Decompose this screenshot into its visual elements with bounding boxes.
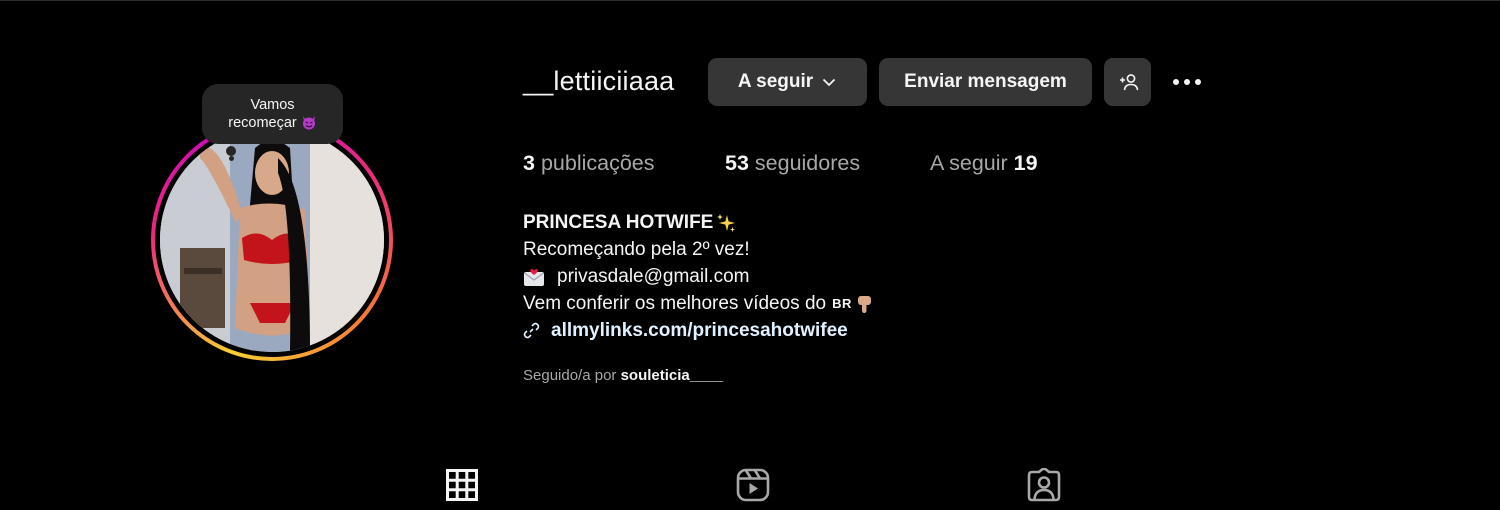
devil-emoji-icon [302,116,315,130]
more-dot [1173,79,1179,85]
avatar-photo [160,128,384,352]
more-dot [1195,79,1201,85]
note-bubble-tail-small [229,156,234,161]
link-icon [523,322,540,339]
posts-count-label: publicações [540,151,655,175]
chevron-down-icon [823,78,836,87]
following-count-value: 19 [1013,151,1038,175]
grid-icon[interactable] [445,468,479,502]
add-person-icon [1119,74,1138,91]
send-message-button[interactable]: Enviar mensagem [879,58,1092,106]
bio-line-4: Vem conferir os melhores vídeos do [523,293,827,314]
avatar-gap [155,123,389,357]
note-line-1: Vamos [250,97,295,113]
note-bubble[interactable]: Vamos recomeçar [202,84,343,144]
bio-email: privasdale@gmail.com [557,266,750,287]
followed-by-prefix: Seguido/a por [523,367,617,384]
bio-line-2: Recomeçando pela 2º vez! [523,239,750,260]
posts-count: 3 publicações [523,151,655,176]
followers-count-label: seguidores [754,151,861,175]
profile-display-name: PRINCESA HOTWIFE [523,212,714,233]
following-button-label: A seguir [737,71,814,92]
story-ring [151,119,393,361]
followed-by[interactable]: Seguido/a por souleticia____ [523,367,723,384]
followed-by-user: souleticia____ [620,367,724,384]
love-letter-icon [524,268,544,286]
followers-count-value: 53 [725,151,749,175]
following-count-label: A seguir [930,151,1008,175]
note-bubble-tail [226,146,236,156]
following-button[interactable]: A seguir [708,58,867,106]
sparkles-icon [717,213,736,232]
note-line-2: recomeçar [228,115,297,131]
more-options-icon[interactable] [1167,68,1207,96]
suggested-accounts-button[interactable] [1104,58,1151,106]
bio-link-text: allmylinks.com/princesahotwifee [551,320,848,341]
send-message-label: Enviar mensagem [904,71,1067,92]
followers-link[interactable]: 53 seguidores [725,151,860,176]
following-link[interactable]: A seguir 19 [930,151,1038,176]
profile-avatar[interactable] [151,119,393,361]
tagged-icon[interactable] [1027,468,1061,502]
pointing-down-icon [857,295,871,313]
reels-icon[interactable] [736,468,770,502]
bio-link[interactable]: allmylinks.com/princesahotwifee [523,317,875,344]
profile-bio: PRINCESA HOTWIFE Recomeçando pela 2º vez… [523,209,875,344]
profile-username: __lettiiciiaaa [523,66,675,96]
more-dot [1184,79,1190,85]
posts-count-value: 3 [523,151,535,175]
br-flag-text: BR [832,296,852,311]
